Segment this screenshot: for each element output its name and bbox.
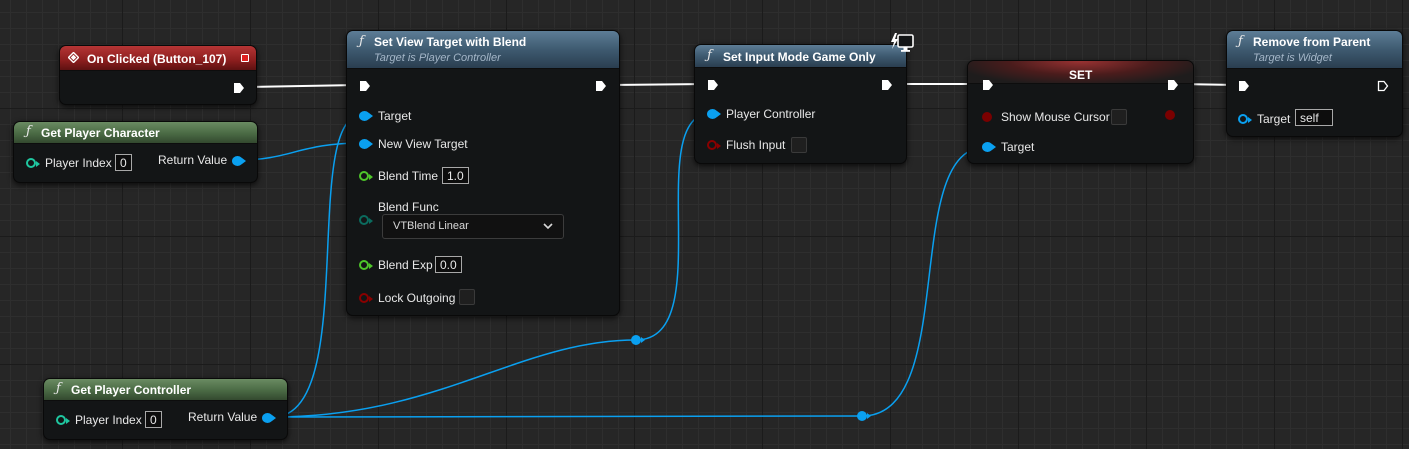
remove-from-parent-node[interactable]: ƒ Remove from Parent Target is Widget Ta…: [1226, 30, 1403, 137]
wire-reroute2-to-set-target: [861, 146, 987, 417]
node-subtitle: Target is Player Controller: [374, 52, 501, 64]
return-value-pin[interactable]: [232, 156, 246, 166]
player-controller-label: Player Controller: [726, 107, 816, 121]
return-value-label: Return Value: [188, 410, 258, 424]
function-f-icon: ƒ: [26, 124, 31, 139]
blend-func-label: Blend Func: [378, 200, 439, 214]
set-view-target-with-blend-node[interactable]: ƒ Set View Target with Blend Target is P…: [346, 30, 620, 316]
show-mouse-cursor-checkbox[interactable]: [1111, 109, 1127, 125]
flush-input-pin[interactable]: [707, 140, 721, 150]
on-clicked-node[interactable]: On Clicked (Button_107): [59, 45, 257, 105]
player-controller-pin[interactable]: [707, 109, 721, 119]
stop-square-icon[interactable]: [241, 54, 249, 62]
player-index-pin[interactable]: [56, 415, 70, 425]
wire-character-to-newview: [239, 142, 363, 161]
function-f-icon: ƒ: [56, 381, 61, 396]
node-title: Get Player Character: [41, 126, 160, 140]
lock-outgoing-label: Lock Outgoing: [378, 291, 456, 305]
reroute-knot-2[interactable]: [857, 411, 871, 421]
blend-func-dropdown[interactable]: VTBlend Linear: [382, 214, 564, 239]
target-label: Target: [378, 109, 412, 123]
player-index-pin[interactable]: [26, 158, 40, 168]
player-index-input[interactable]: 0: [145, 411, 162, 428]
chevron-down-icon: [543, 223, 553, 230]
node-title: Set View Target with Blend: [374, 35, 527, 49]
blend-exp-pin[interactable]: [359, 260, 373, 270]
exec-wire-2: [605, 83, 709, 86]
function-f-icon: ƒ: [359, 34, 364, 49]
monitor-lightning-icon: [891, 33, 914, 52]
target-input[interactable]: self: [1295, 109, 1333, 126]
lock-outgoing-pin[interactable]: [359, 293, 373, 303]
set-show-mouse-cursor-node[interactable]: SET Show Mouse Cursor Target: [967, 60, 1194, 164]
blend-func-value: VTBlend Linear: [393, 220, 469, 232]
exec-in-pin[interactable]: [707, 79, 719, 91]
lock-outgoing-checkbox[interactable]: [459, 289, 475, 305]
target-pin[interactable]: [359, 111, 373, 121]
target-label: Target: [1001, 140, 1035, 154]
function-f-icon: ƒ: [707, 48, 712, 63]
node-title: Remove from Parent: [1253, 35, 1371, 49]
exec-out-pin[interactable]: [1377, 80, 1389, 92]
flush-input-checkbox[interactable]: [791, 137, 807, 153]
blend-exp-label: Blend Exp: [378, 258, 433, 272]
get-player-controller-node[interactable]: ƒ Get Player Controller Player Index 0 R…: [43, 378, 288, 440]
node-title: Set Input Mode Game Only: [723, 50, 876, 64]
target-pin[interactable]: [1238, 114, 1252, 124]
get-player-character-node[interactable]: ƒ Get Player Character Player Index 0 Re…: [13, 121, 258, 183]
node-subtitle: Target is Widget: [1253, 52, 1332, 64]
show-mouse-cursor-out-pin[interactable]: [1165, 110, 1175, 120]
wire-controller-to-reroute2: [272, 415, 863, 418]
set-input-mode-game-only-node[interactable]: ƒ Set Input Mode Game Only Player Contro…: [694, 33, 914, 164]
blend-exp-input[interactable]: 0.0: [435, 256, 462, 273]
return-value-label: Return Value: [158, 153, 228, 167]
exec-in-pin[interactable]: [359, 80, 371, 92]
blend-time-label: Blend Time: [378, 169, 439, 183]
node-title: SET: [1069, 68, 1093, 82]
node-title: On Clicked (Button_107): [87, 52, 227, 66]
wire-controller-to-reroute1: [272, 339, 637, 418]
new-view-target-label: New View Target: [378, 137, 468, 151]
exec-in-pin[interactable]: [1238, 80, 1250, 92]
exec-out-pin[interactable]: [595, 80, 607, 92]
exec-out-pin[interactable]: [881, 79, 893, 91]
player-index-input[interactable]: 0: [115, 154, 132, 171]
exec-out-pin[interactable]: [233, 82, 245, 94]
function-f-icon: ƒ: [1238, 34, 1243, 49]
flush-input-label: Flush Input: [726, 138, 786, 152]
return-value-pin[interactable]: [262, 413, 276, 423]
node-title: Get Player Controller: [71, 383, 192, 397]
show-mouse-cursor-pin[interactable]: [982, 112, 992, 122]
show-mouse-cursor-label: Show Mouse Cursor: [1001, 110, 1110, 124]
new-view-target-pin[interactable]: [359, 139, 373, 149]
target-pin[interactable]: [982, 142, 996, 152]
reroute-knot-1[interactable]: [631, 335, 645, 345]
target-label: Target: [1257, 112, 1291, 126]
blend-time-pin[interactable]: [359, 171, 373, 181]
player-index-label: Player Index: [75, 413, 142, 427]
exec-out-pin[interactable]: [1167, 79, 1179, 91]
blend-func-pin[interactable]: [359, 215, 373, 225]
exec-wire-1: [245, 84, 359, 88]
event-diamond-icon: [68, 52, 79, 63]
player-index-label: Player Index: [45, 156, 112, 170]
exec-in-pin[interactable]: [982, 79, 994, 91]
blend-time-input[interactable]: 1.0: [442, 167, 469, 184]
